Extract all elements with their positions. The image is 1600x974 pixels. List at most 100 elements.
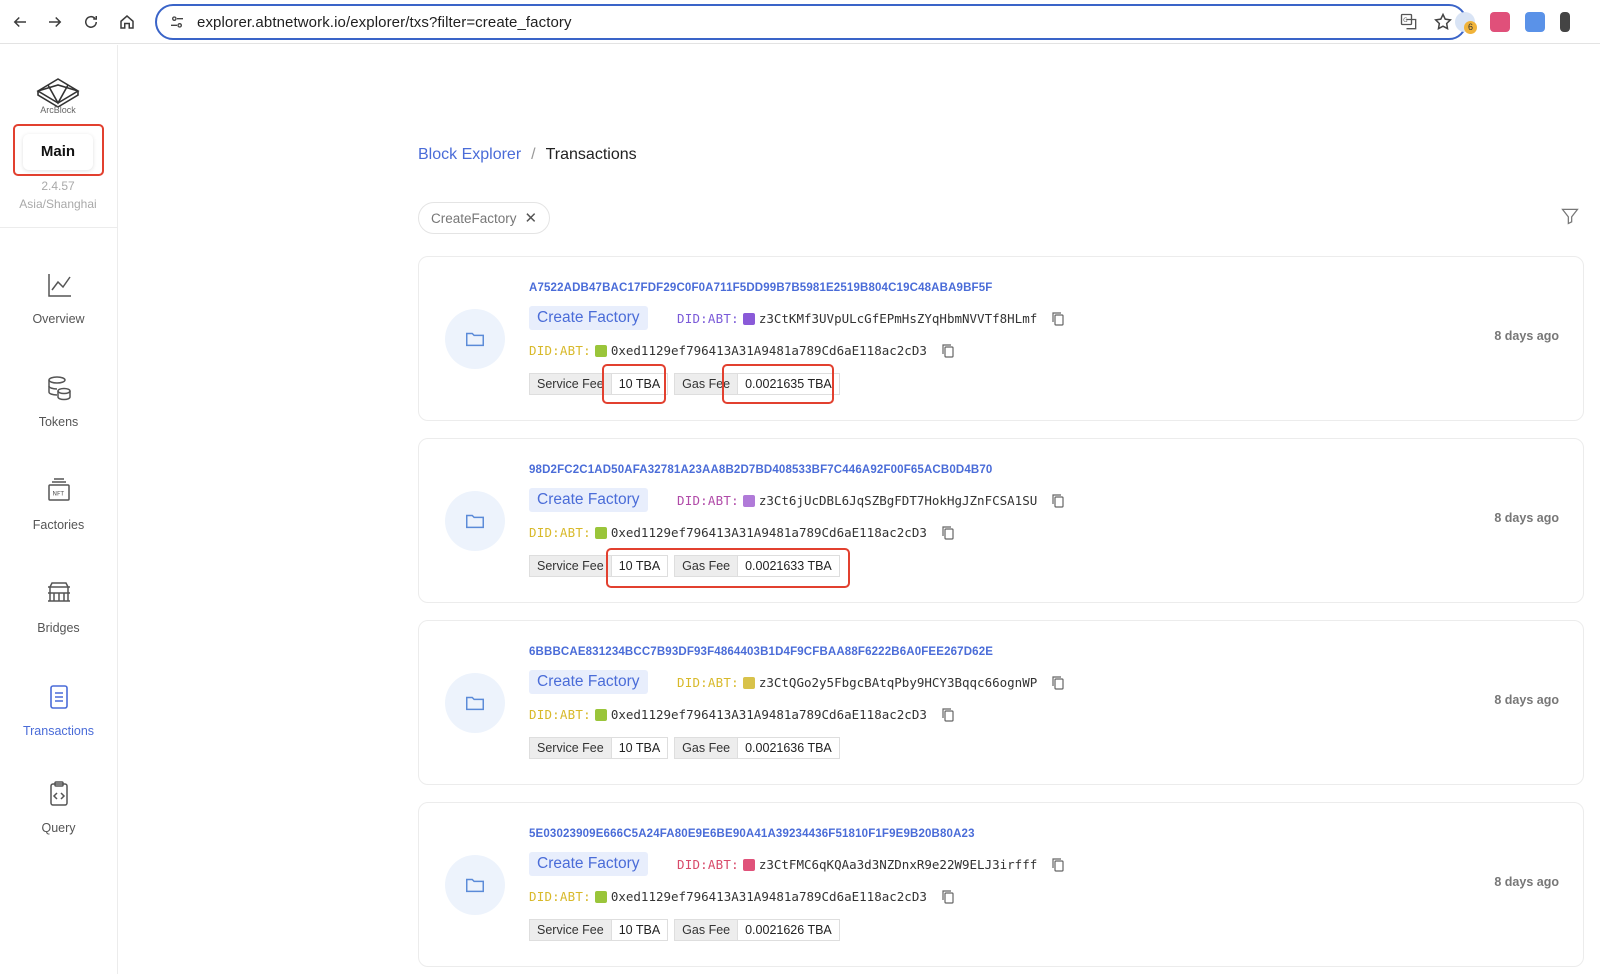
gas-fee-value: 0.0021636 TBA: [738, 737, 840, 759]
service-fee-value: 10 TBA: [611, 737, 669, 759]
arrow-right-icon: [49, 16, 62, 28]
version-number: 2.4.57: [41, 179, 75, 193]
tx-avatar: [445, 491, 505, 551]
service-fee-label: Service Fee: [529, 373, 612, 395]
url-text: explorer.abtnetwork.io/explorer/txs?filt…: [197, 13, 572, 31]
factory-did-value[interactable]: z3CtFMC6qKQAa3d3NZDnxR9e22W9ELJ3irfff: [759, 857, 1037, 872]
transaction-card[interactable]: A7522ADB47BAC17FDF29C0F0A711F5DD99B7B598…: [418, 256, 1584, 421]
address-bar[interactable]: explorer.abtnetwork.io/explorer/txs?filt…: [155, 4, 1467, 40]
did-avatar-icon: [742, 312, 755, 325]
back-button[interactable]: [8, 10, 32, 34]
did-avatar-icon: [594, 890, 607, 903]
tx-hash-link[interactable]: 98D2FC2C1AD50AFA32781A23AA8B2D7BD408533B…: [529, 464, 992, 476]
extension-icon[interactable]: 6: [1455, 12, 1477, 34]
sender-did-value[interactable]: 0xed1129ef796413A31A9481a789Cd6aE118ac2c…: [611, 707, 927, 722]
factory-did-value[interactable]: z3CtQGo2y5FbgcBAtqPby9HCY3Bqqc66ognWP: [759, 675, 1037, 690]
home-button[interactable]: [115, 10, 139, 34]
did-prefix: DID:ABT:: [677, 311, 739, 326]
forward-button[interactable]: [43, 10, 67, 34]
sidebar-item-bridges[interactable]: Bridges: [0, 579, 117, 635]
filter-chip[interactable]: CreateFactory ✕: [418, 202, 551, 234]
transaction-card[interactable]: 5E03023909E666C5A24FA80E9E6BE90A41A39234…: [418, 802, 1584, 967]
sidebar-item-label: Tokens: [38, 415, 79, 429]
tx-avatar: [445, 673, 505, 733]
transaction-card[interactable]: 98D2FC2C1AD50AFA32781A23AA8B2D7BD408533B…: [418, 438, 1584, 603]
did-prefix: DID:ABT:: [529, 707, 591, 722]
copy-icon[interactable]: [1051, 311, 1065, 326]
reload-icon: [85, 15, 97, 28]
reload-button[interactable]: [79, 10, 103, 34]
sender-did: DID:ABT: 0xed1129ef796413A31A9481a789Cd6…: [529, 707, 955, 722]
gas-fee: Gas Fee 0.0021636 TBA: [674, 737, 840, 759]
site-settings-icon[interactable]: [169, 14, 185, 30]
breadcrumb: Block Explorer / Transactions: [418, 146, 637, 164]
sidebar-item-overview[interactable]: Overview: [0, 270, 117, 326]
copy-icon[interactable]: [941, 889, 955, 904]
did-prefix: DID:ABT:: [529, 889, 591, 904]
brand-name: ArcBlock: [40, 105, 76, 115]
fee-row: Service Fee 10 TBA Gas Fee 0.0021636 TBA: [529, 737, 840, 759]
service-fee: Service Fee 10 TBA: [529, 919, 669, 941]
copy-icon[interactable]: [1051, 675, 1065, 690]
did-avatar-icon: [742, 858, 755, 871]
network-selector[interactable]: Main: [23, 134, 93, 170]
sidebar-item-transactions[interactable]: Transactions: [0, 682, 117, 738]
fee-row: Service Fee 10 TBA Gas Fee 0.0021626 TBA: [529, 919, 840, 941]
sidebar-item-label: Query: [41, 821, 76, 835]
gas-fee-label: Gas Fee: [674, 919, 739, 941]
tx-time: 8 days ago: [1494, 875, 1559, 889]
did-prefix: DID:ABT:: [529, 343, 591, 358]
arrow-left-icon: [13, 16, 26, 28]
bookmark-star-icon[interactable]: [1433, 12, 1453, 32]
copy-icon[interactable]: [1051, 857, 1065, 872]
sidebar-item-label: Factories: [32, 518, 85, 532]
tx-type-badge: Create Factory: [529, 852, 648, 876]
coins-icon: [47, 376, 71, 401]
sender-did-value[interactable]: 0xed1129ef796413A31A9481a789Cd6aE118ac2c…: [611, 343, 927, 358]
did-avatar-icon: [742, 676, 755, 689]
sender-did-value[interactable]: 0xed1129ef796413A31A9481a789Cd6aE118ac2c…: [611, 525, 927, 540]
copy-icon[interactable]: [941, 525, 955, 540]
filter-funnel-icon[interactable]: [1560, 206, 1580, 226]
sender-did: DID:ABT: 0xed1129ef796413A31A9481a789Cd6…: [529, 343, 955, 358]
sidebar-item-tokens[interactable]: Tokens: [0, 373, 117, 429]
extension-pink-icon[interactable]: [1490, 12, 1510, 32]
breadcrumb-link-block-explorer[interactable]: Block Explorer: [418, 146, 521, 164]
copy-icon[interactable]: [941, 343, 955, 358]
folder-icon: [466, 514, 484, 529]
did-avatar-icon: [594, 344, 607, 357]
tx-hash-link[interactable]: A7522ADB47BAC17FDF29C0F0A711F5DD99B7B598…: [529, 282, 992, 294]
tx-type-badge: Create Factory: [529, 488, 648, 512]
sender-did-value[interactable]: 0xed1129ef796413A31A9481a789Cd6aE118ac2c…: [611, 889, 927, 904]
sidebar-item-factories[interactable]: NFT Factories: [0, 476, 117, 532]
did-avatar-icon: [594, 526, 607, 539]
service-fee-label: Service Fee: [529, 919, 612, 941]
svg-text:NFT: NFT: [52, 491, 64, 498]
tx-avatar: [445, 309, 505, 369]
sidebar-item-label: Transactions: [22, 724, 95, 738]
gas-fee-value: 0.0021626 TBA: [738, 919, 840, 941]
did-avatar-icon: [594, 708, 607, 721]
sidebar-item-label: Bridges: [37, 621, 80, 635]
transaction-card[interactable]: 6BBBCAE831234BCC7B93DF93F4864403B1D4F9CF…: [418, 620, 1584, 785]
tx-hash-link[interactable]: 6BBBCAE831234BCC7B93DF93F4864403B1D4F9CF…: [529, 646, 993, 658]
highlight-box-fees-2: [606, 548, 850, 588]
translate-icon[interactable]: G: [1399, 12, 1419, 32]
document-icon: [49, 685, 68, 709]
close-icon[interactable]: ✕: [525, 209, 538, 227]
extension-dark-icon[interactable]: [1560, 12, 1570, 32]
copy-icon[interactable]: [1051, 493, 1065, 508]
query-clipboard-icon: [49, 781, 68, 806]
factory-did: DID:ABT: z3CtQGo2y5FbgcBAtqPby9HCY3Bqqc6…: [677, 675, 1065, 690]
factory-did-value[interactable]: z3CtKMf3UVpULcGfEPmHsZYqHbmNVVTf8HLmf: [759, 311, 1037, 326]
sidebar: ArcBlock Main 2.4.57 Asia/Shanghai Overv…: [0, 45, 118, 974]
extension-window-icon[interactable]: [1525, 12, 1545, 32]
svg-text:G: G: [1403, 18, 1408, 24]
sidebar-item-query[interactable]: Query: [0, 779, 117, 835]
home-icon: [120, 15, 134, 29]
copy-icon[interactable]: [941, 707, 955, 722]
tx-time: 8 days ago: [1494, 693, 1559, 707]
factory-did-value[interactable]: z3Ct6jUcDBL6JqSZBgFDT7HokHgJZnFCSA1SU: [759, 493, 1037, 508]
folder-icon: [466, 332, 484, 347]
tx-hash-link[interactable]: 5E03023909E666C5A24FA80E9E6BE90A41A39234…: [529, 828, 975, 840]
